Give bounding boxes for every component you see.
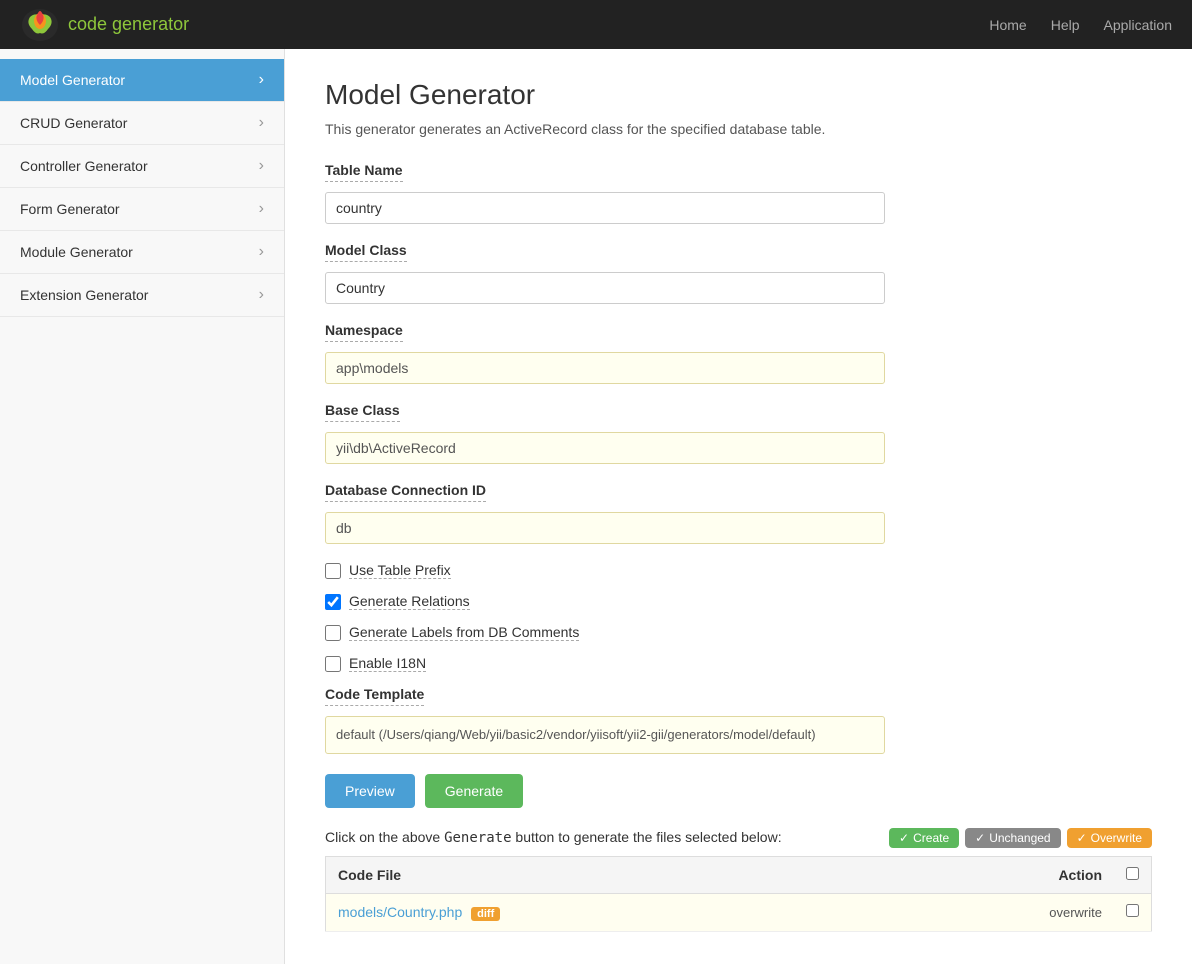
yii-logo-icon — [20, 7, 60, 43]
code-file-header: Code File — [326, 856, 995, 893]
use-table-prefix-checkbox[interactable] — [325, 563, 341, 579]
table-header: Code File Action — [326, 856, 1152, 893]
page-title: Model Generator — [325, 79, 1152, 111]
layout: Model Generator › CRUD Generator › Contr… — [0, 49, 1192, 964]
sidebar: Model Generator › CRUD Generator › Contr… — [0, 49, 285, 964]
chevron-right-icon: › — [259, 71, 264, 89]
logo: code generator — [20, 7, 189, 43]
generate-relations-checkbox[interactable] — [325, 594, 341, 610]
file-table: Code File Action models/Country.php diff… — [325, 856, 1152, 932]
form-group-table-name: Table Name — [325, 162, 1152, 224]
use-table-prefix-label[interactable]: Use Table Prefix — [349, 562, 451, 579]
code-template-label: Code Template — [325, 686, 424, 706]
generate-relations-group: Generate Relations — [325, 593, 1152, 610]
generate-relations-label[interactable]: Generate Relations — [349, 593, 470, 610]
badges-row: ✓ Create ✓ Unchanged ✓ Overwrite — [889, 828, 1152, 848]
enable-i18n-label[interactable]: Enable I18N — [349, 655, 426, 672]
check-icon: ✓ — [1077, 831, 1087, 845]
generate-labels-label[interactable]: Generate Labels from DB Comments — [349, 624, 579, 641]
nav-help[interactable]: Help — [1051, 17, 1080, 33]
diff-badge: diff — [471, 907, 500, 921]
chevron-right-icon: › — [259, 157, 264, 175]
sidebar-item-label: Module Generator — [20, 244, 133, 260]
check-icon: ✓ — [975, 831, 985, 845]
generate-button[interactable]: Generate — [425, 774, 523, 808]
db-connection-label: Database Connection ID — [325, 482, 486, 502]
chevron-right-icon: › — [259, 286, 264, 304]
chevron-right-icon: › — [259, 200, 264, 218]
preview-button[interactable]: Preview — [325, 774, 415, 808]
check-icon: ✓ — [899, 831, 909, 845]
action-value: overwrite — [1049, 905, 1102, 920]
base-class-input[interactable] — [325, 432, 885, 464]
generate-labels-group: Generate Labels from DB Comments — [325, 624, 1152, 641]
sidebar-item-label: CRUD Generator — [20, 115, 127, 131]
generate-info-text: Click on the above Generate button to ge… — [325, 829, 782, 846]
file-link[interactable]: models/Country.php — [338, 904, 462, 920]
action-cell: overwrite — [994, 893, 1114, 931]
chevron-right-icon: › — [259, 243, 264, 261]
badge-unchanged: ✓ Unchanged — [965, 828, 1060, 848]
badge-overwrite-label: Overwrite — [1091, 831, 1142, 845]
enable-i18n-checkbox[interactable] — [325, 656, 341, 672]
table-row: models/Country.php diff overwrite — [326, 893, 1152, 931]
badge-unchanged-label: Unchanged — [989, 831, 1050, 845]
generate-prefix: Click on the above — [325, 829, 440, 845]
form-group-namespace: Namespace — [325, 322, 1152, 384]
sidebar-item-label: Model Generator — [20, 72, 125, 88]
badge-create-label: Create — [913, 831, 949, 845]
db-connection-input[interactable] — [325, 512, 885, 544]
model-class-label: Model Class — [325, 242, 407, 262]
sidebar-item-controller-generator[interactable]: Controller Generator › — [0, 145, 284, 188]
code-file-cell: models/Country.php diff — [326, 893, 995, 931]
table-name-label: Table Name — [325, 162, 403, 182]
badge-overwrite: ✓ Overwrite — [1067, 828, 1152, 848]
generate-suffix: button to generate the files selected be… — [515, 829, 781, 845]
header: code generator Home Help Application — [0, 0, 1192, 49]
code-template-value: default (/Users/qiang/Web/yii/basic2/ven… — [325, 716, 885, 754]
sidebar-item-label: Controller Generator — [20, 158, 148, 174]
chevron-right-icon: › — [259, 114, 264, 132]
header-title: code generator — [68, 14, 189, 35]
select-all-checkbox[interactable] — [1126, 867, 1139, 880]
sidebar-item-form-generator[interactable]: Form Generator › — [0, 188, 284, 231]
row-checkbox-cell — [1114, 893, 1152, 931]
nav-home[interactable]: Home — [989, 17, 1026, 33]
sidebar-item-extension-generator[interactable]: Extension Generator › — [0, 274, 284, 317]
base-class-label: Base Class — [325, 402, 400, 422]
form-group-code-template: Code Template default (/Users/qiang/Web/… — [325, 686, 1152, 754]
generate-info-row: Click on the above Generate button to ge… — [325, 828, 1152, 848]
badge-create: ✓ Create — [889, 828, 959, 848]
enable-i18n-group: Enable I18N — [325, 655, 1152, 672]
namespace-label: Namespace — [325, 322, 403, 342]
model-class-input[interactable] — [325, 272, 885, 304]
sidebar-item-module-generator[interactable]: Module Generator › — [0, 231, 284, 274]
form-group-db-connection: Database Connection ID — [325, 482, 1152, 544]
sidebar-item-label: Extension Generator — [20, 287, 148, 303]
sidebar-item-crud-generator[interactable]: CRUD Generator › — [0, 102, 284, 145]
main-content: Model Generator This generator generates… — [285, 49, 1192, 964]
namespace-input[interactable] — [325, 352, 885, 384]
sidebar-item-model-generator[interactable]: Model Generator › — [0, 59, 284, 102]
nav-application[interactable]: Application — [1104, 17, 1173, 33]
table-body: models/Country.php diff overwrite — [326, 893, 1152, 931]
action-header: Action — [994, 856, 1114, 893]
form-group-model-class: Model Class — [325, 242, 1152, 304]
generate-code-word: Generate — [444, 830, 511, 846]
page-description: This generator generates an ActiveRecord… — [325, 121, 1152, 137]
table-name-input[interactable] — [325, 192, 885, 224]
header-nav: Home Help Application — [989, 17, 1172, 33]
button-row: Preview Generate — [325, 774, 1152, 808]
use-table-prefix-group: Use Table Prefix — [325, 562, 1152, 579]
form-group-base-class: Base Class — [325, 402, 1152, 464]
row-checkbox[interactable] — [1126, 904, 1139, 917]
sidebar-item-label: Form Generator — [20, 201, 120, 217]
generate-labels-checkbox[interactable] — [325, 625, 341, 641]
